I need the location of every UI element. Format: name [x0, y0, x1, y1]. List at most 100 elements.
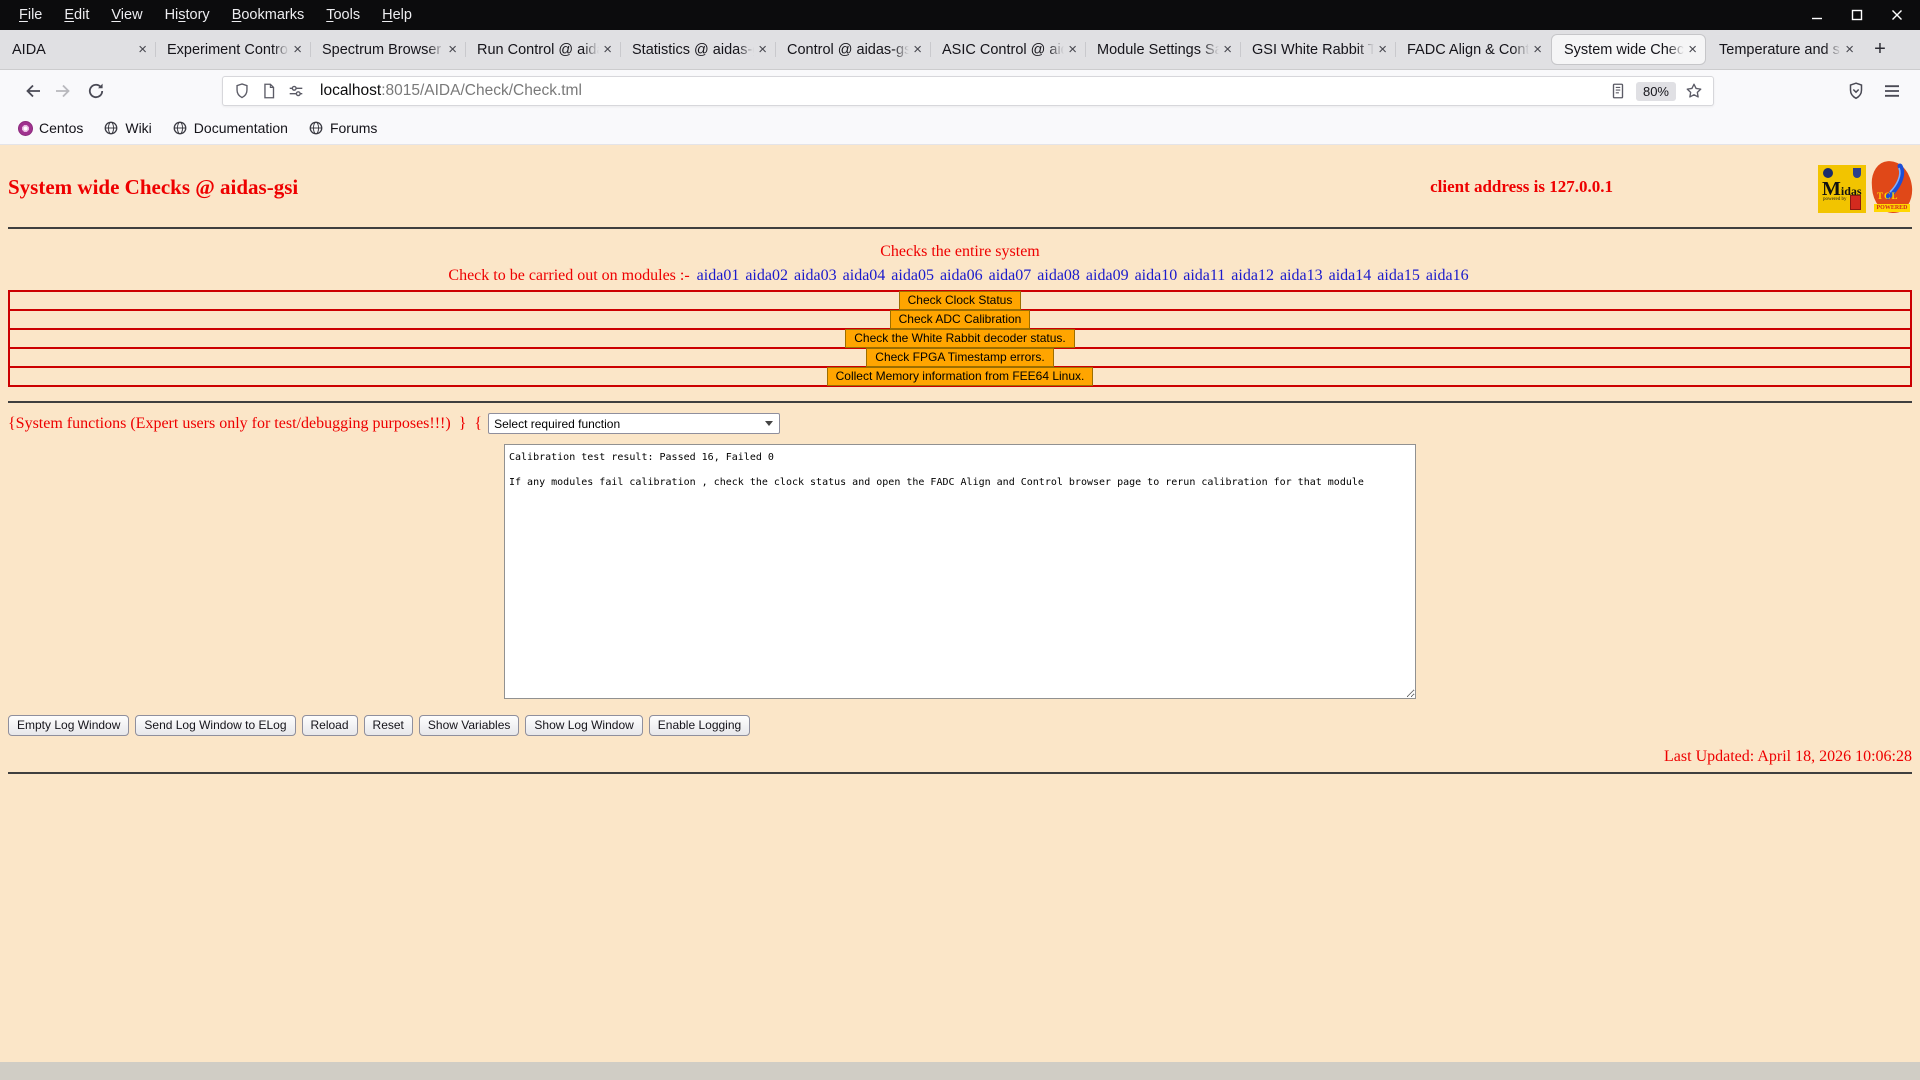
- module-link-aida13[interactable]: aida13: [1280, 267, 1323, 284]
- tab-fadc-align[interactable]: FADC Align & Cont×: [1395, 34, 1550, 65]
- bookmark-centos[interactable]: Centos: [10, 117, 91, 139]
- minimize-icon[interactable]: [1810, 8, 1824, 22]
- reader-mode-icon[interactable]: [1609, 82, 1627, 100]
- collect-memory-button[interactable]: Collect Memory information from FEE64 Li…: [827, 367, 1094, 386]
- show-log-window-button[interactable]: Show Log Window: [525, 715, 642, 736]
- check-fpga-timestamp-button[interactable]: Check FPGA Timestamp errors.: [866, 348, 1053, 367]
- window-controls: [1810, 8, 1920, 22]
- tab-temperature[interactable]: Temperature and s×: [1707, 34, 1862, 65]
- close-window-icon[interactable]: [1890, 8, 1904, 22]
- module-link-aida16[interactable]: aida16: [1426, 267, 1469, 284]
- module-link-aida09[interactable]: aida09: [1086, 267, 1129, 284]
- tab-system-wide-checks[interactable]: System wide Check×: [1551, 34, 1706, 65]
- tab-close-icon[interactable]: ×: [754, 41, 771, 58]
- centos-icon: [18, 121, 33, 136]
- module-link-aida07[interactable]: aida07: [989, 267, 1032, 284]
- maximize-icon[interactable]: [1850, 8, 1864, 22]
- url-text[interactable]: localhost:8015/AIDA/Check/Check.tml: [320, 82, 1609, 100]
- tab-close-icon[interactable]: ×: [444, 41, 461, 58]
- globe-icon: [308, 120, 324, 136]
- reload-icon[interactable]: [80, 76, 112, 106]
- module-link-aida11[interactable]: aida11: [1183, 267, 1225, 284]
- module-link-aida01[interactable]: aida01: [697, 267, 740, 284]
- log-area: Calibration test result: Passed 16, Fail…: [8, 444, 1912, 699]
- bookmark-star-icon[interactable]: [1685, 82, 1703, 100]
- tab-close-icon[interactable]: ×: [909, 41, 926, 58]
- back-icon[interactable]: [16, 76, 48, 106]
- check-row: Collect Memory information from FEE64 Li…: [8, 366, 1912, 387]
- zoom-level-badge[interactable]: 80%: [1636, 82, 1676, 101]
- tcl-powered-logo: TCL POWERED: [1872, 161, 1912, 213]
- tab-control[interactable]: Control @ aidas-gs×: [775, 34, 930, 65]
- menu-item-edit[interactable]: Edit: [53, 3, 100, 27]
- check-clock-status-button[interactable]: Check Clock Status: [899, 291, 1022, 310]
- menu-item-help[interactable]: Help: [371, 3, 423, 27]
- midas-logo: Midas powered by: [1818, 165, 1866, 213]
- send-log-window-to-elog-button[interactable]: Send Log Window to ELog: [135, 715, 295, 736]
- empty-log-window-button[interactable]: Empty Log Window: [8, 715, 129, 736]
- module-link-aida10[interactable]: aida10: [1135, 267, 1178, 284]
- tab-close-icon[interactable]: ×: [1841, 41, 1858, 58]
- module-link-aida04[interactable]: aida04: [843, 267, 886, 284]
- tab-close-icon[interactable]: ×: [1219, 41, 1236, 58]
- new-tab-button[interactable]: +: [1862, 30, 1898, 69]
- menu-item-history[interactable]: History: [154, 3, 221, 27]
- tab-aida[interactable]: AIDA×: [0, 34, 155, 65]
- reload-button[interactable]: Reload: [302, 715, 358, 736]
- reset-button[interactable]: Reset: [364, 715, 413, 736]
- tab-experiment-control[interactable]: Experiment Control×: [155, 34, 310, 65]
- hamburger-menu-icon[interactable]: [1882, 81, 1902, 101]
- tab-bar: AIDA× Experiment Control× Spectrum Brows…: [0, 30, 1920, 70]
- module-link-aida08[interactable]: aida08: [1037, 267, 1080, 284]
- permissions-sliders-icon[interactable]: [287, 82, 305, 100]
- module-link-aida03[interactable]: aida03: [794, 267, 837, 284]
- tab-close-icon[interactable]: ×: [289, 41, 306, 58]
- check-table: Check Clock Status Check ADC Calibration…: [8, 290, 1912, 387]
- bookmark-forums[interactable]: Forums: [300, 117, 385, 139]
- tab-gsi-white-rabbit[interactable]: GSI White Rabbit T×: [1240, 34, 1395, 65]
- menu-item-tools[interactable]: Tools: [315, 3, 371, 27]
- tab-close-icon[interactable]: ×: [1064, 41, 1081, 58]
- protections-shield-icon[interactable]: [1846, 81, 1866, 101]
- module-link-aida15[interactable]: aida15: [1377, 267, 1420, 284]
- tab-close-icon[interactable]: ×: [1529, 41, 1546, 58]
- forward-icon[interactable]: [48, 76, 80, 106]
- tab-close-icon[interactable]: ×: [1684, 41, 1701, 58]
- module-link-aida02[interactable]: aida02: [745, 267, 788, 284]
- module-link-aida06[interactable]: aida06: [940, 267, 983, 284]
- module-link-aida14[interactable]: aida14: [1329, 267, 1372, 284]
- tab-close-icon[interactable]: ×: [134, 41, 151, 58]
- menu-item-view[interactable]: View: [100, 3, 153, 27]
- menu-bar: File Edit View History Bookmarks Tools H…: [0, 3, 423, 27]
- bookmark-wiki[interactable]: Wiki: [95, 117, 159, 139]
- enable-logging-button[interactable]: Enable Logging: [649, 715, 750, 736]
- tab-close-icon[interactable]: ×: [599, 41, 616, 58]
- system-functions-label: {System functions (Expert users only for…: [8, 415, 482, 433]
- shield-icon[interactable]: [233, 82, 251, 100]
- function-select-wrap: Select required function: [488, 413, 780, 434]
- page-info-icon[interactable]: [260, 82, 278, 100]
- globe-icon: [172, 120, 188, 136]
- tab-spectrum-browser[interactable]: Spectrum Browser×: [310, 34, 465, 65]
- menu-item-bookmarks[interactable]: Bookmarks: [221, 3, 316, 27]
- module-link-aida05[interactable]: aida05: [891, 267, 934, 284]
- check-row: Check Clock Status: [8, 290, 1912, 311]
- bookmark-documentation[interactable]: Documentation: [164, 117, 296, 139]
- navigation-toolbar: localhost:8015/AIDA/Check/Check.tml 80%: [0, 70, 1920, 112]
- log-window-textarea[interactable]: Calibration test result: Passed 16, Fail…: [504, 444, 1416, 699]
- tab-module-settings[interactable]: Module Settings Sa×: [1085, 34, 1240, 65]
- menu-item-file[interactable]: File: [8, 3, 53, 27]
- divider: [8, 227, 1912, 229]
- module-link-aida12[interactable]: aida12: [1231, 267, 1274, 284]
- client-address: client address is 127.0.0.1: [1430, 177, 1613, 197]
- tab-statistics[interactable]: Statistics @ aidas-g×: [620, 34, 775, 65]
- function-select[interactable]: Select required function: [488, 413, 780, 434]
- check-white-rabbit-button[interactable]: Check the White Rabbit decoder status.: [845, 329, 1074, 348]
- modules-line: Check to be carried out on modules :-aid…: [8, 267, 1912, 285]
- tab-run-control[interactable]: Run Control @ aida×: [465, 34, 620, 65]
- url-bar[interactable]: localhost:8015/AIDA/Check/Check.tml 80%: [222, 76, 1714, 106]
- show-variables-button[interactable]: Show Variables: [419, 715, 520, 736]
- tab-asic-control[interactable]: ASIC Control @ aid×: [930, 34, 1085, 65]
- tab-close-icon[interactable]: ×: [1374, 41, 1391, 58]
- check-adc-calibration-button[interactable]: Check ADC Calibration: [890, 310, 1031, 329]
